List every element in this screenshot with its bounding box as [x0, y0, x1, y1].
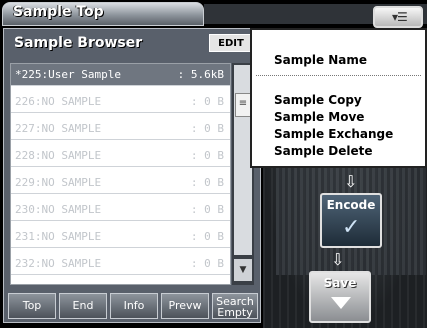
arrow-down-icon: ⇩ — [331, 250, 345, 269]
sample-name: 230:NO SAMPLE — [15, 203, 102, 216]
list-item[interactable]: 232:NO SAMPLE : 0 B — [11, 253, 230, 275]
end-button[interactable]: End — [59, 293, 107, 319]
panel-title: Sample Browser — [14, 35, 143, 51]
list-item[interactable]: 226:NO SAMPLE : 0 B — [11, 91, 230, 113]
sample-name: *225:User Sample — [15, 68, 121, 81]
edit-dropdown-menu: Sample Name Sample Copy Sample Move Samp… — [250, 28, 427, 168]
menu-item-sample-copy[interactable]: Sample Copy — [274, 93, 362, 107]
sample-size: : 0 B — [190, 230, 224, 243]
search-empty-button[interactable]: Search Empty — [212, 293, 258, 319]
sample-size: : 0 B — [190, 176, 224, 189]
preview-button[interactable]: Prevw — [161, 293, 209, 319]
list-item[interactable]: *225:User Sample : 5.6kB — [11, 64, 230, 86]
screen-title: Sample Top — [13, 4, 104, 20]
sample-name: 226:NO SAMPLE — [15, 95, 102, 108]
save-label: Save — [323, 276, 357, 290]
list-item[interactable]: 231:NO SAMPLE : 0 B — [11, 226, 230, 248]
sample-size: : 0 B — [190, 122, 224, 135]
arrow-down-icon: ⇩ — [344, 172, 358, 191]
encode-label: Encode — [326, 198, 376, 212]
sample-list: *225:User Sample : 5.6kB 226:NO SAMPLE :… — [10, 63, 231, 285]
title-tab: Sample Top — [2, 2, 204, 26]
panel-header: Sample Browser EDIT — [8, 34, 258, 54]
sample-name: 228:NO SAMPLE — [15, 149, 102, 162]
list-item[interactable]: 227:NO SAMPLE : 0 B — [11, 118, 230, 140]
menu-item-sample-move[interactable]: Sample Move — [274, 110, 364, 124]
encode-button[interactable]: Encode ✓ — [320, 193, 382, 248]
sample-size: : 0 B — [190, 95, 224, 108]
edit-button[interactable]: EDIT — [209, 34, 253, 52]
sample-size: : 0 B — [190, 149, 224, 162]
scroll-thumb[interactable]: ≡ — [235, 93, 251, 117]
sample-size: : 5.6kB — [177, 68, 224, 81]
check-icon: ✓ — [342, 215, 361, 240]
sample-size: : 0 B — [190, 203, 224, 216]
sample-name: 231:NO SAMPLE — [15, 230, 102, 243]
save-arrow-icon — [331, 297, 351, 309]
list-item[interactable]: 230:NO SAMPLE : 0 B — [11, 199, 230, 221]
empty-label: Empty — [217, 306, 253, 319]
save-button[interactable]: Save — [309, 271, 371, 323]
menu-item-sample-delete[interactable]: Sample Delete — [274, 144, 373, 158]
menu-button[interactable]: ▾☰ — [373, 6, 423, 28]
info-button[interactable]: Info — [110, 293, 158, 319]
sample-name: 227:NO SAMPLE — [15, 122, 102, 135]
sample-name: 232:NO SAMPLE — [15, 257, 102, 270]
sample-name: 229:NO SAMPLE — [15, 176, 102, 189]
scroll-down-icon[interactable]: ▼ — [234, 259, 252, 281]
menu-item-sample-name[interactable]: Sample Name — [274, 53, 367, 67]
menu-divider — [256, 75, 421, 76]
menu-icon: ▾☰ — [392, 10, 408, 24]
menu-item-sample-exchange[interactable]: Sample Exchange — [274, 127, 393, 141]
bottom-toolbar: Top End Info Prevw Search Empty — [8, 293, 258, 321]
list-item[interactable]: 228:NO SAMPLE : 0 B — [11, 145, 230, 167]
sample-browser-panel: Sample Browser EDIT *225:User Sample : 5… — [3, 28, 261, 323]
list-item[interactable]: 229:NO SAMPLE : 0 B — [11, 172, 230, 194]
top-button[interactable]: Top — [8, 293, 56, 319]
sample-size: : 0 B — [190, 257, 224, 270]
